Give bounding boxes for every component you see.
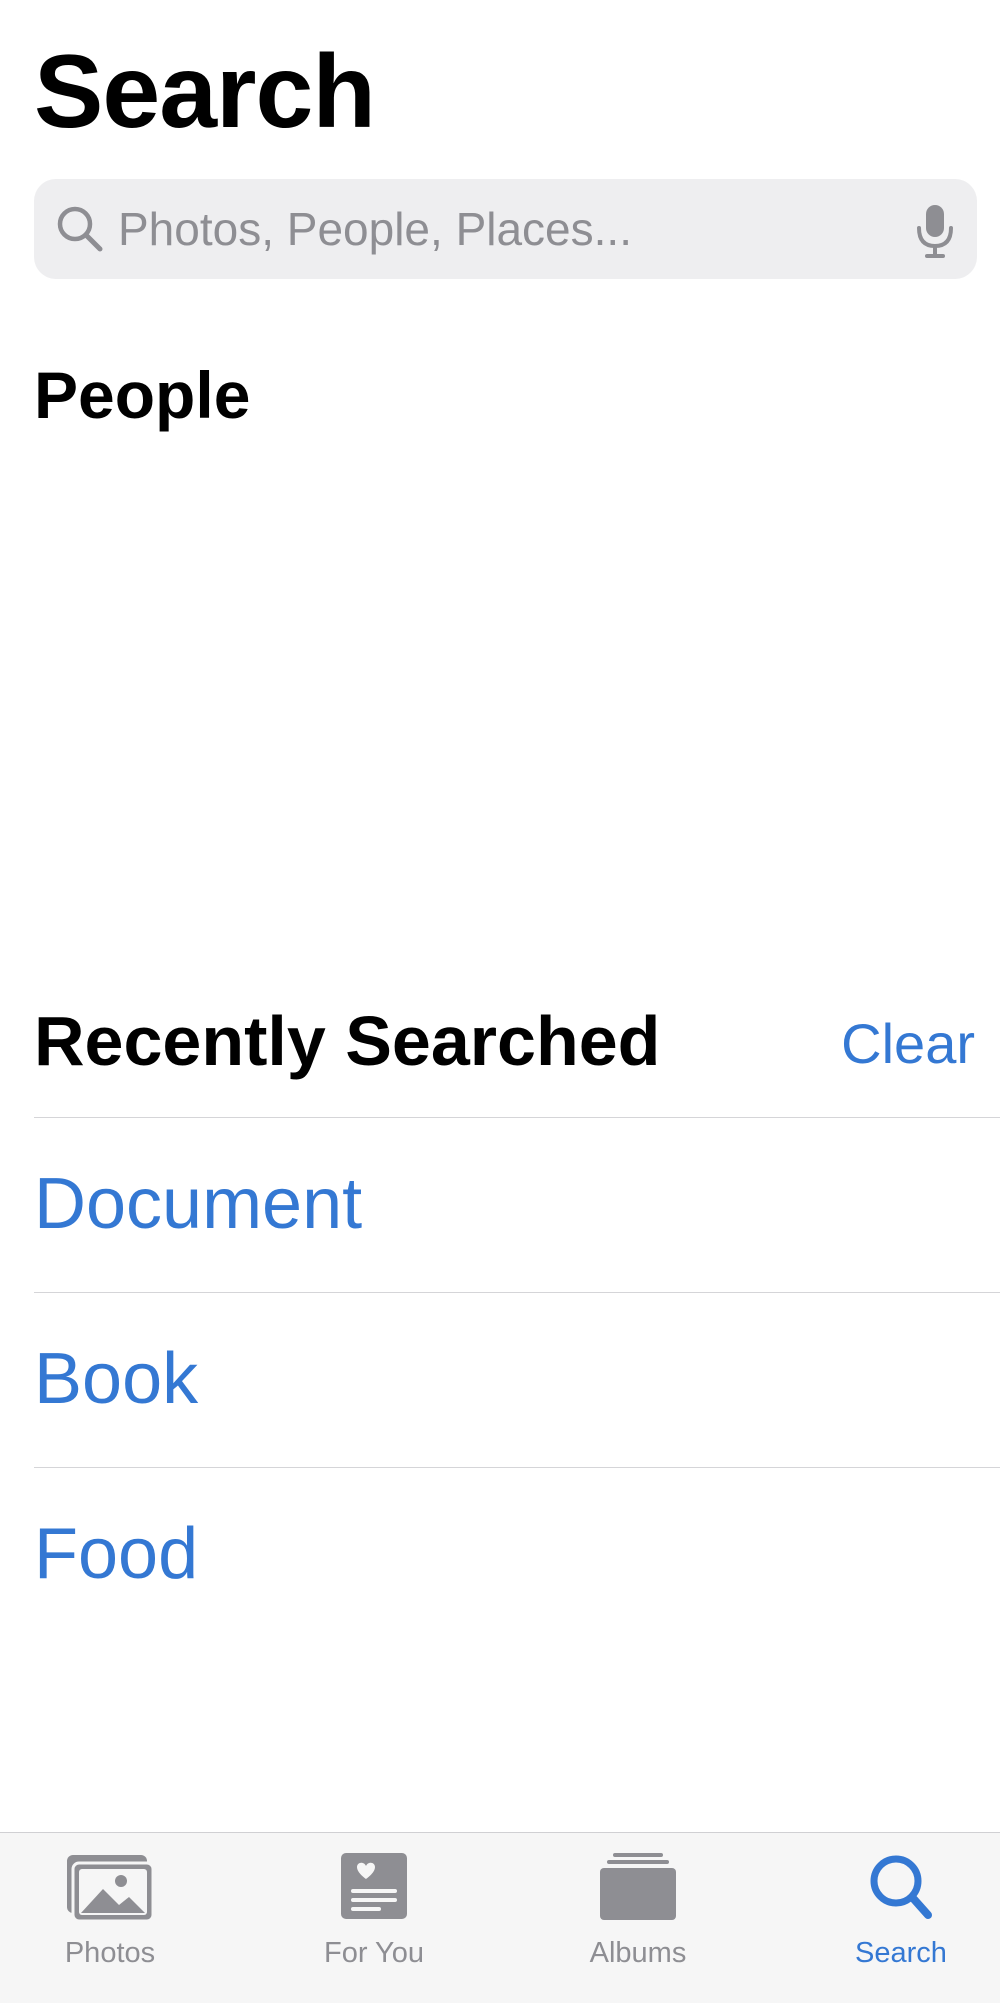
recent-search-label: Food [34,1514,199,1594]
for-you-icon [341,1853,407,1919]
search-icon [870,1855,932,1919]
tab-photos[interactable]: Photos [0,1833,235,2003]
tab-label: Search [855,1937,947,1969]
albums-icon [600,1853,676,1920]
people-section-title: People [34,358,251,432]
clear-button[interactable]: Clear [841,1016,975,1072]
tab-label: For You [324,1937,424,1969]
page-title: Search [34,34,376,150]
tab-albums[interactable]: Albums [513,1833,763,2003]
search-icon [57,206,103,252]
recently-searched-title: Recently Searched [34,1002,661,1080]
tab-bar: Photos For You Albums Search [0,1832,1000,2003]
recent-search-item[interactable]: Food [34,1467,1000,1642]
search-bar[interactable] [34,179,977,279]
recent-search-item[interactable]: Book [34,1292,1000,1467]
recent-search-label: Book [34,1339,199,1419]
microphone-icon[interactable] [915,203,955,259]
recent-searches-list: Document Book Food [34,1117,1000,1642]
photos-icon [67,1855,155,1923]
search-input[interactable] [118,179,898,279]
recent-search-label: Document [34,1164,363,1244]
recent-search-item[interactable]: Document [34,1117,1000,1292]
tab-for-you[interactable]: For You [249,1833,499,2003]
tab-label: Photos [64,1937,156,1969]
tab-label: Albums [589,1937,687,1969]
tab-search[interactable]: Search [776,1833,1000,2003]
